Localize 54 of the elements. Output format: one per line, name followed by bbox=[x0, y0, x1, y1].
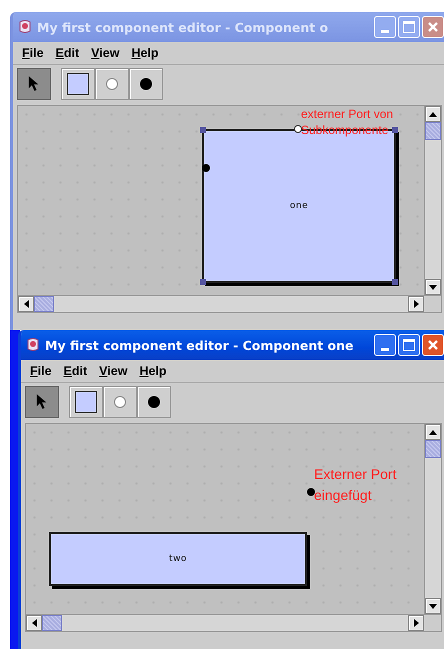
close-icon bbox=[427, 21, 439, 33]
annotation-text: externer Port von bbox=[301, 106, 394, 122]
scroll-left-button[interactable] bbox=[26, 615, 42, 631]
resize-handle[interactable] bbox=[392, 127, 398, 133]
annotation-text: Externer Port bbox=[314, 465, 396, 484]
scroll-down-button[interactable] bbox=[425, 598, 441, 614]
vertical-scrollbar[interactable] bbox=[424, 424, 441, 614]
component-label: two bbox=[169, 554, 187, 564]
up-arrow-icon bbox=[429, 112, 437, 116]
right-arrow-icon bbox=[414, 300, 418, 308]
close-button[interactable] bbox=[422, 334, 444, 356]
component-label: one bbox=[290, 201, 308, 211]
scroll-thumb[interactable] bbox=[425, 440, 441, 458]
annotation-text: eingefügt bbox=[314, 486, 373, 505]
component-block[interactable]: two bbox=[49, 532, 307, 586]
menu-item[interactable]: File bbox=[25, 363, 57, 379]
scroll-thumb[interactable] bbox=[425, 122, 441, 140]
left-arrow-icon bbox=[32, 619, 36, 627]
maximize-button[interactable] bbox=[398, 334, 420, 356]
menu-item[interactable]: Edit bbox=[58, 363, 92, 379]
pointer-icon bbox=[36, 393, 48, 411]
scroll-thumb[interactable] bbox=[42, 615, 62, 631]
right-arrow-icon bbox=[414, 619, 418, 627]
hollow-port[interactable] bbox=[294, 125, 302, 133]
down-arrow-icon bbox=[429, 284, 437, 290]
scroll-right-button[interactable] bbox=[408, 296, 424, 312]
pointer-icon bbox=[28, 75, 40, 93]
menu-item[interactable]: View bbox=[94, 363, 132, 379]
scroll-up-button[interactable] bbox=[425, 106, 441, 122]
rectangle-tool[interactable] bbox=[69, 386, 103, 418]
filled-circle-tool[interactable] bbox=[137, 386, 171, 418]
window-title: My first component editor - Component o bbox=[37, 20, 330, 34]
resize-handle[interactable] bbox=[200, 279, 206, 285]
resize-handle[interactable] bbox=[200, 127, 206, 133]
close-icon bbox=[427, 339, 439, 351]
minimize-button[interactable] bbox=[374, 334, 396, 356]
left-arrow-icon bbox=[24, 300, 28, 308]
menu-item[interactable]: Help bbox=[134, 363, 172, 379]
resize-handle[interactable] bbox=[392, 279, 398, 285]
scroll-left-button[interactable] bbox=[18, 296, 34, 312]
horizontal-scrollbar[interactable] bbox=[18, 296, 424, 312]
scroll-up-button[interactable] bbox=[425, 424, 441, 440]
scroll-thumb[interactable] bbox=[34, 296, 54, 312]
app-icon bbox=[25, 337, 41, 353]
scroll-down-button[interactable] bbox=[425, 279, 441, 295]
up-arrow-icon bbox=[429, 430, 437, 434]
drawing-canvas[interactable]: Externer Port eingefügt two bbox=[26, 424, 424, 614]
horizontal-scrollbar[interactable] bbox=[26, 615, 424, 631]
filled-port[interactable] bbox=[307, 488, 315, 496]
app-icon bbox=[17, 19, 33, 35]
scroll-right-button[interactable] bbox=[408, 615, 424, 631]
window-title: My first component editor - Component one bbox=[45, 338, 355, 352]
pointer-tool[interactable] bbox=[25, 386, 59, 418]
down-arrow-icon bbox=[429, 604, 437, 608]
